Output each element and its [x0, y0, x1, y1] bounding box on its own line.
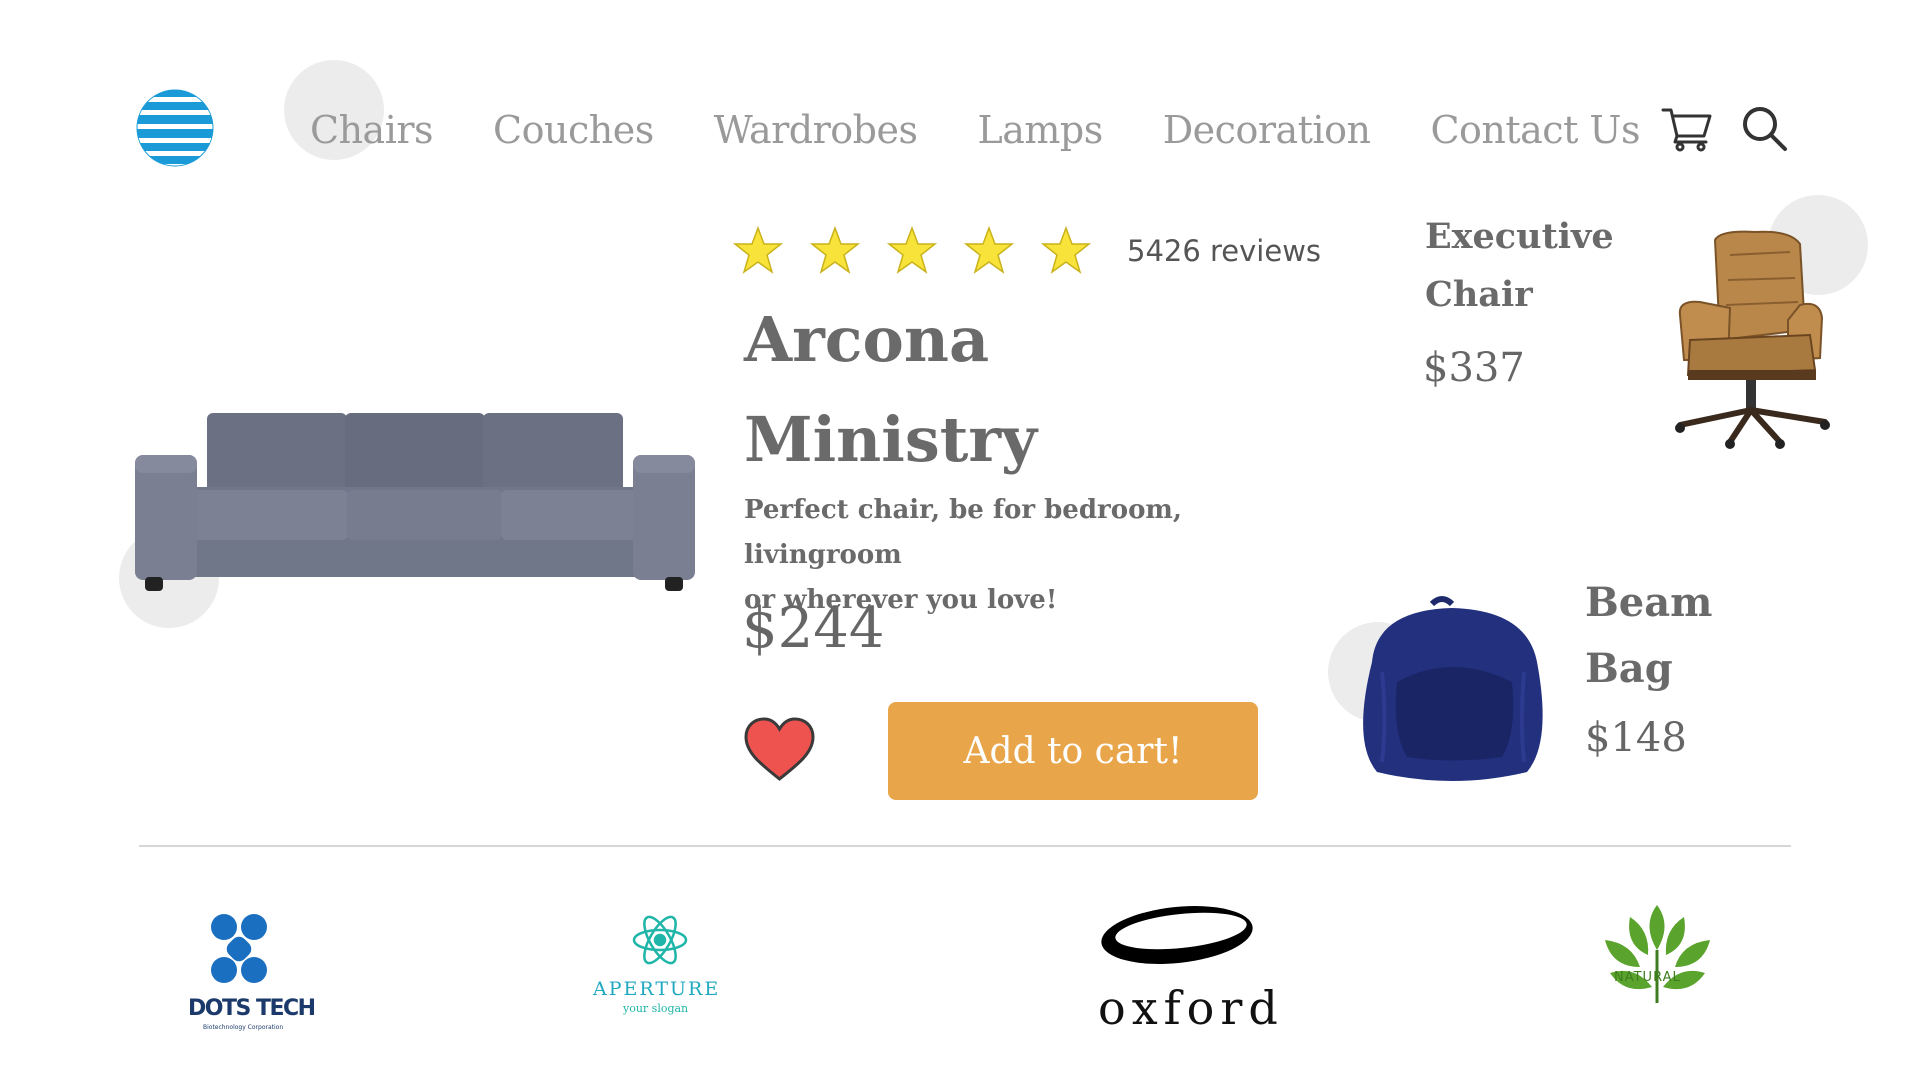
star-icon — [809, 225, 861, 274]
nav-item-contact-us[interactable]: Contact Us — [1430, 108, 1640, 152]
nav-item-lamps[interactable]: Lamps — [977, 108, 1103, 152]
brand-aperture-name: APERTURE — [593, 978, 721, 1000]
brand-oxford-name: oxford — [1098, 981, 1284, 1035]
brand-aperture-tagline: your slogan — [623, 1002, 689, 1015]
product-title-line2: Ministry — [744, 403, 1038, 476]
nav-item-decoration[interactable]: Decoration — [1163, 108, 1371, 152]
nav-item-couches[interactable]: Couches — [493, 108, 654, 152]
star-icon — [963, 225, 1015, 274]
nav-item-wardrobes[interactable]: Wardrobes — [714, 108, 918, 152]
executive-chair-name[interactable]: Executive Chair — [1425, 208, 1645, 324]
brand-logo-natural: NATURAL — [1590, 895, 1725, 1020]
sofa-image[interactable] — [135, 395, 695, 605]
reviews-count[interactable]: 5426 reviews — [1127, 234, 1321, 268]
beam-bag-name-line2: Bag — [1585, 645, 1673, 692]
brand-logo-oxford: oxford — [1090, 895, 1278, 1035]
rating: 5426 reviews — [732, 225, 1321, 277]
product-title-line1: Arcona — [744, 303, 990, 376]
star-icon — [1040, 225, 1092, 274]
brand-logo-aperture: APERTURE your slogan — [585, 910, 735, 1020]
description-line1: Perfect chair, be for bedroom, livingroo… — [744, 495, 1182, 570]
executive-chair-name-line2: Chair — [1425, 274, 1533, 315]
star-icon — [886, 225, 938, 274]
att-globe-logo[interactable] — [135, 88, 215, 168]
beam-bag-price: $148 — [1585, 715, 1687, 761]
beam-bag-image[interactable] — [1352, 592, 1552, 787]
executive-chair-image[interactable] — [1660, 230, 1840, 450]
star-icon — [732, 225, 784, 274]
cart-icon[interactable] — [1660, 104, 1714, 152]
main-nav: Chairs Couches Wardrobes Lamps Decoratio… — [310, 100, 1640, 160]
search-icon[interactable] — [1740, 104, 1790, 154]
brand-logo-dots-tech: DOTS TECH Biotechnology Corporation — [180, 910, 316, 1040]
divider — [139, 845, 1791, 847]
beam-bag-name-line1: Beam — [1585, 579, 1713, 626]
beam-bag-name[interactable]: Beam Bag — [1585, 570, 1785, 702]
brand-natural-name: NATURAL — [1614, 970, 1681, 985]
heart-icon[interactable] — [742, 715, 817, 783]
executive-chair-price: $337 — [1423, 345, 1525, 391]
nav-item-chairs[interactable]: Chairs — [310, 108, 434, 152]
product-price: $244 — [742, 596, 885, 661]
product-title: Arcona Ministry — [744, 290, 1304, 490]
add-to-cart-button[interactable]: Add to cart! — [888, 702, 1258, 800]
brand-dots-tech-tagline: Biotechnology Corporation — [203, 1024, 284, 1031]
brand-dots-tech-name: DOTS TECH — [188, 996, 316, 1021]
executive-chair-name-line1: Executive — [1425, 216, 1614, 257]
